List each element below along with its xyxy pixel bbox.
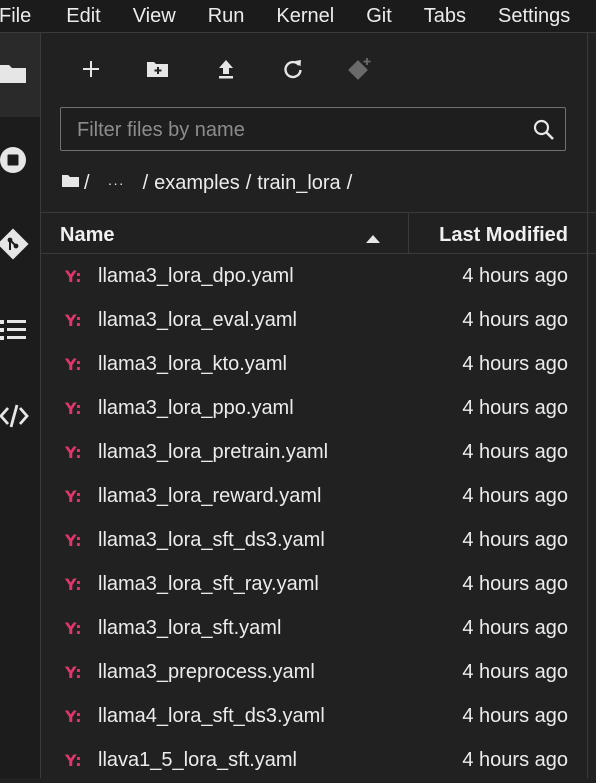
- menu-view[interactable]: View: [133, 5, 176, 28]
- yaml-file-icon: Y:: [65, 707, 82, 726]
- file-name: llama3_lora_dpo.yaml: [98, 265, 294, 287]
- menu-kernel[interactable]: Kernel: [276, 5, 334, 28]
- filter-box: [60, 107, 566, 152]
- file-modified: 4 hours ago: [462, 353, 568, 375]
- file-row[interactable]: Y: llama3_preprocess.yaml 4 hours ago: [41, 651, 596, 695]
- breadcrumb-item-examples[interactable]: examples: [154, 172, 240, 195]
- yaml-file-icon: Y:: [65, 443, 82, 462]
- menu-tabs[interactable]: Tabs: [424, 5, 466, 28]
- file-modified: 4 hours ago: [462, 705, 568, 727]
- new-launcher-button[interactable]: [77, 55, 105, 83]
- search-icon: [533, 119, 555, 146]
- file-modified: 4 hours ago: [462, 573, 568, 595]
- yaml-file-icon: Y:: [65, 311, 82, 330]
- menu-run[interactable]: Run: [208, 5, 245, 28]
- file-row[interactable]: Y: llama3_lora_kto.yaml 4 hours ago: [41, 343, 596, 387]
- sort-ascending-icon: [366, 230, 380, 248]
- file-row[interactable]: Y: llama3_lora_dpo.yaml 4 hours ago: [41, 255, 596, 299]
- new-folder-button[interactable]: [144, 55, 172, 83]
- file-row[interactable]: Y: llama3_lora_eval.yaml 4 hours ago: [41, 299, 596, 343]
- file-name: llama3_lora_sft_ds3.yaml: [98, 529, 325, 551]
- column-header-name[interactable]: Name: [60, 224, 114, 247]
- upload-icon: [219, 60, 233, 79]
- stop-circle-icon[interactable]: [0, 145, 40, 175]
- file-modified: 4 hours ago: [462, 529, 568, 551]
- yaml-file-icon: Y:: [65, 267, 82, 286]
- panel-right-border: [587, 33, 588, 778]
- menu-file[interactable]: File: [0, 5, 31, 28]
- list-icon[interactable]: [0, 319, 40, 341]
- file-row[interactable]: Y: llama3_lora_sft_ds3.yaml 4 hours ago: [41, 519, 596, 563]
- breadcrumb-item-train-lora[interactable]: train_lora: [257, 172, 340, 195]
- file-row[interactable]: Y: llama3_lora_sft_ray.yaml 4 hours ago: [41, 563, 596, 607]
- refresh-icon: [284, 60, 302, 79]
- file-browser-toolbar: [41, 33, 596, 103]
- column-divider[interactable]: [408, 213, 409, 253]
- git-clone-icon: [348, 58, 371, 80]
- yaml-file-icon: Y:: [65, 355, 82, 374]
- home-folder-icon[interactable]: [62, 172, 80, 195]
- file-modified: 4 hours ago: [462, 661, 568, 683]
- upload-button[interactable]: [212, 55, 240, 83]
- file-modified: 4 hours ago: [462, 309, 568, 331]
- file-name: llama3_lora_sft_ray.yaml: [98, 573, 319, 595]
- menubar: File Edit View Run Kernel Git Tabs Setti…: [0, 0, 596, 33]
- breadcrumb-sep: /: [142, 171, 149, 194]
- file-modified: 4 hours ago: [462, 397, 568, 419]
- file-name: llava1_5_lora_sft.yaml: [98, 749, 297, 771]
- code-icon[interactable]: [0, 403, 40, 429]
- file-modified: 4 hours ago: [462, 441, 568, 463]
- file-row[interactable]: Y: llava1_5_lora_sft.yaml 4 hours ago: [41, 739, 596, 783]
- git-clone-button[interactable]: [346, 55, 374, 83]
- yaml-file-icon: Y:: [65, 487, 82, 506]
- file-list: Y: llama3_lora_dpo.yaml 4 hours ago Y: l…: [41, 255, 596, 783]
- column-header-last-modified[interactable]: Last Modified: [439, 224, 568, 247]
- yaml-file-icon: Y:: [65, 619, 82, 638]
- file-name: llama3_lora_kto.yaml: [98, 353, 287, 375]
- menu-settings[interactable]: Settings: [498, 5, 570, 28]
- yaml-file-icon: Y:: [65, 399, 82, 418]
- filter-input[interactable]: [75, 108, 519, 152]
- git-icon[interactable]: [0, 228, 40, 260]
- breadcrumb-root-sep: /: [84, 171, 90, 194]
- file-name: llama3_lora_ppo.yaml: [98, 397, 294, 419]
- new-folder-icon: [147, 62, 168, 77]
- file-modified: 4 hours ago: [462, 749, 568, 771]
- file-list-header: Name Last Modified: [41, 212, 596, 254]
- yaml-file-icon: Y:: [65, 663, 82, 682]
- yaml-file-icon: Y:: [65, 751, 82, 770]
- menu-edit[interactable]: Edit: [66, 5, 100, 28]
- file-row[interactable]: Y: llama4_lora_sft_ds3.yaml 4 hours ago: [41, 695, 596, 739]
- breadcrumb-sep: /: [346, 171, 353, 194]
- file-row[interactable]: Y: llama3_lora_reward.yaml 4 hours ago: [41, 475, 596, 519]
- file-modified: 4 hours ago: [462, 485, 568, 507]
- file-name: llama3_lora_eval.yaml: [98, 309, 297, 331]
- file-row[interactable]: Y: llama3_lora_pretrain.yaml 4 hours ago: [41, 431, 596, 475]
- breadcrumb-ellipsis[interactable]: ···: [108, 175, 125, 191]
- file-name: llama3_lora_sft.yaml: [98, 617, 282, 639]
- refresh-button[interactable]: [279, 55, 307, 83]
- folder-icon[interactable]: [0, 61, 40, 85]
- plus-icon: [83, 61, 99, 77]
- activity-bar: [0, 33, 41, 778]
- yaml-file-icon: Y:: [65, 531, 82, 550]
- file-row[interactable]: Y: llama3_lora_ppo.yaml 4 hours ago: [41, 387, 596, 431]
- file-name: llama3_lora_pretrain.yaml: [98, 441, 329, 463]
- breadcrumb-sep: /: [245, 171, 252, 194]
- yaml-file-icon: Y:: [65, 575, 82, 594]
- file-name: llama4_lora_sft_ds3.yaml: [98, 705, 325, 727]
- menu-git[interactable]: Git: [366, 5, 392, 28]
- file-name: llama3_preprocess.yaml: [98, 661, 315, 683]
- breadcrumb: / ··· / examples / train_lora /: [62, 170, 358, 196]
- file-name: llama3_lora_reward.yaml: [98, 485, 322, 507]
- file-modified: 4 hours ago: [462, 617, 568, 639]
- file-row[interactable]: Y: llama3_lora_sft.yaml 4 hours ago: [41, 607, 596, 651]
- file-modified: 4 hours ago: [462, 265, 568, 287]
